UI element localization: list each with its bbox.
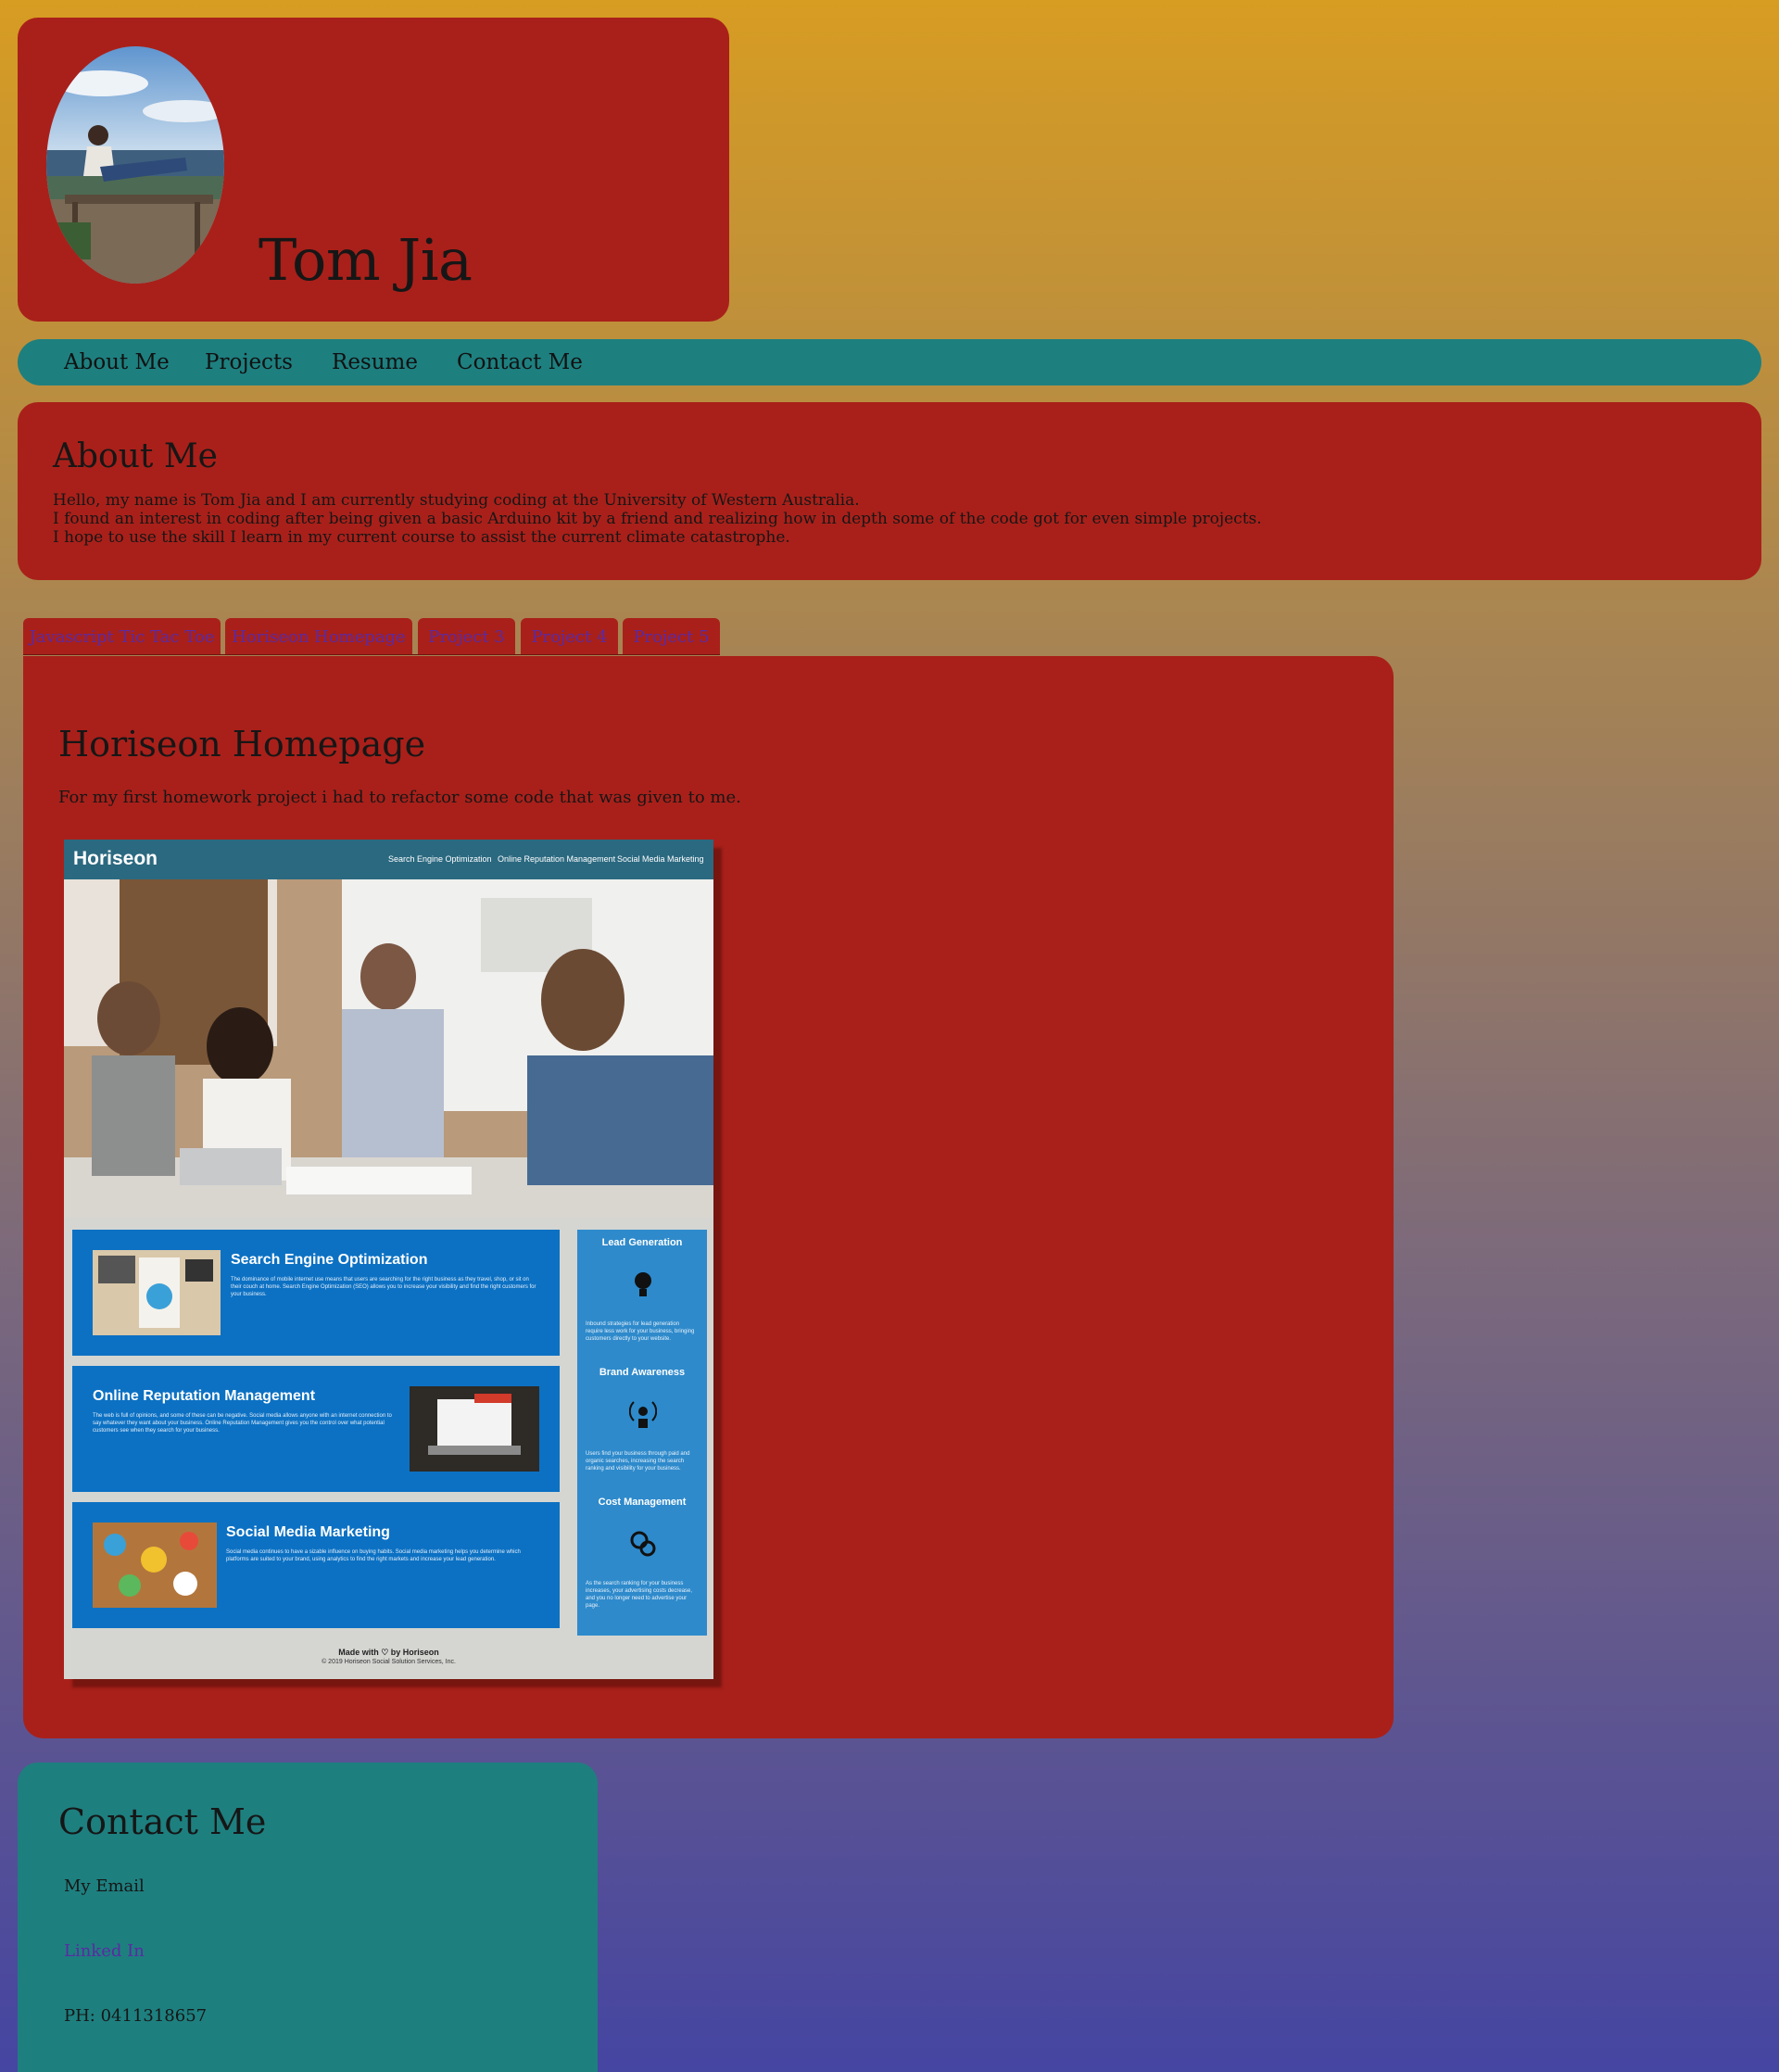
nav-projects[interactable]: Projects [205,350,293,374]
contact-section: Contact Me My Email Linked In PH: 041131… [18,1762,598,2072]
tab-project-5[interactable]: Project 5 [623,618,720,655]
screenshot-nav-item: Social Media Marketing [617,854,704,864]
contact-email[interactable]: My Email [64,1876,145,1896]
about-text: Hello, my name is Tom Jia and I am curre… [53,491,1262,547]
tab-project-4[interactable]: Project 4 [521,618,618,655]
orm-card-text: The web is full of opinions, and some of… [93,1413,392,1434]
smm-card-title: Social Media Marketing [226,1524,390,1540]
screenshot-sidebar: Lead Generation Inbound strategies for l… [577,1230,707,1636]
screenshot-hero-image [64,879,713,1218]
side-text-lead-generation: Inbound strategies for lead generation r… [586,1321,695,1342]
screenshot-card-orm: Online Reputation Management The web is … [72,1366,560,1492]
side-title-lead-generation: Lead Generation [601,1237,683,1248]
nav-resume[interactable]: Resume [332,350,418,374]
screenshot-header: Horiseon Search Engine Optimization Onli… [64,840,713,879]
seo-card-title: Search Engine Optimization [231,1252,428,1268]
contact-heading: Contact Me [58,1801,267,1842]
tab-horiseon-homepage[interactable]: Horiseon Homepage [225,618,412,655]
main-nav: About Me Projects Resume Contact Me [18,339,1761,385]
side-text-brand-awareness: Users find your business through paid an… [586,1451,690,1472]
profile-avatar [46,46,224,284]
nav-contact-me[interactable]: Contact Me [457,350,583,374]
seo-card-text: The dominance of mobile internet use mea… [231,1277,536,1297]
smm-card-text: Social media continues to have a sizable… [226,1549,521,1562]
tab-project-3[interactable]: Project 3 [418,618,515,655]
contact-phone: PH: 0411318657 [64,2006,208,2026]
project-title: Horiseon Homepage [58,724,426,764]
lightbulb-icon [629,1269,657,1300]
screenshot-footer-made: Made with ♡ by Horiseon [338,1648,439,1657]
smm-thumbnail [93,1522,217,1608]
tab-divider [23,654,720,655]
contact-linkedin-link[interactable]: Linked In [64,1941,145,1961]
project-description: For my first homework project i had to r… [58,788,741,807]
screenshot-nav-item: Search Engine Optimization [388,854,492,864]
profile-header: Tom Jia [18,18,729,322]
screenshot-card-smm: Social Media Marketing Social media cont… [72,1502,560,1628]
tab-javascript-tic-tac-toe[interactable]: Javascript Tic Tac Toe [23,618,221,655]
screenshot-logo: Horiseon [73,848,158,869]
side-title-brand-awareness: Brand Awareness [599,1367,686,1378]
screenshot-card-seo: Search Engine Optimization The dominance… [72,1230,560,1356]
screenshot-footer-copy: © 2019 Horiseon Social Solution Services… [322,1659,456,1665]
project-panel: Horiseon Homepage For my first homework … [23,656,1394,1738]
site-title: Tom Jia [259,226,473,294]
gears-icon [629,1528,657,1560]
about-line: Hello, my name is Tom Jia and I am curre… [53,491,860,510]
orm-card-title: Online Reputation Management [93,1388,316,1404]
side-title-cost-management: Cost Management [598,1497,687,1508]
about-section: About Me Hello, my name is Tom Jia and I… [18,402,1761,580]
side-text-cost-management: As the search ranking for your business … [586,1581,693,1609]
about-line: I hope to use the skill I learn in my cu… [53,528,790,547]
nav-about-me[interactable]: About Me [64,350,170,374]
project-screenshot: Horiseon Search Engine Optimization Onli… [64,840,713,1679]
about-heading: About Me [53,437,218,475]
orm-thumbnail [410,1386,539,1472]
about-line: I found an interest in coding after bein… [53,510,1262,528]
broadcast-icon [628,1398,658,1430]
screenshot-nav-item: Online Reputation Management [498,854,616,864]
seo-thumbnail [93,1250,221,1335]
